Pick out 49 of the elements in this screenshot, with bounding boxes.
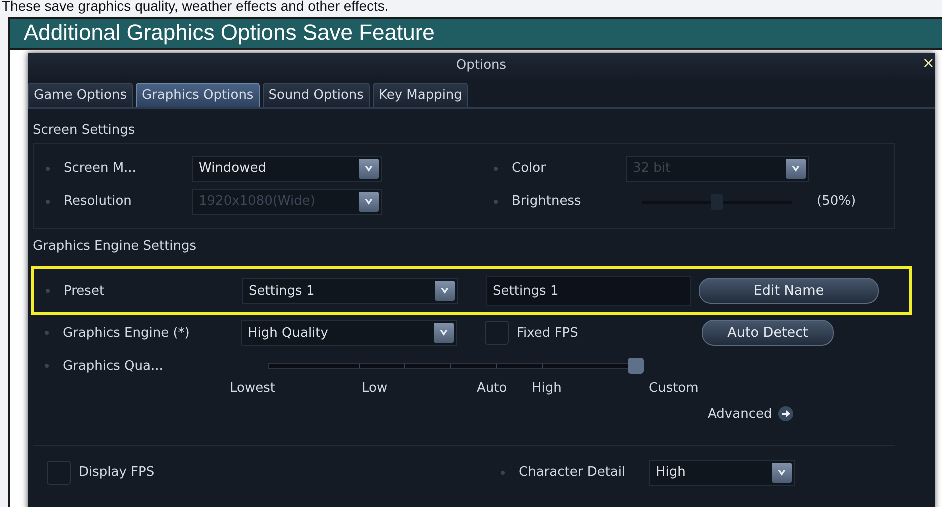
section-title: Graphics Engine Settings	[33, 238, 198, 256]
advanced-link[interactable]: Advanced	[708, 406, 772, 422]
bullet-icon	[494, 200, 498, 204]
dropdown[interactable]: High	[649, 460, 795, 486]
arrow-right-icon[interactable]	[778, 406, 794, 422]
bullet-icon	[46, 200, 50, 204]
dropdown[interactable]: High Quality	[241, 320, 457, 346]
slider-thumb[interactable]	[628, 358, 644, 374]
option-label: Resolution	[64, 194, 133, 209]
scale-label: Lowest	[230, 381, 276, 398]
edit-name-button[interactable]: Edit Name	[699, 278, 879, 304]
option-label: Preset	[64, 284, 106, 298]
slide-header: Additional Graphics Options Save Feature	[10, 19, 942, 50]
option-label: Display FPS	[79, 465, 156, 480]
scale-label: Low	[362, 381, 389, 398]
tab[interactable]: Graphics Options	[136, 83, 260, 107]
tab[interactable]: Sound Options	[262, 83, 370, 107]
tab[interactable]: Key Mapping	[372, 83, 468, 107]
option-label: Graphics Qua...	[63, 358, 164, 374]
bullet-icon	[46, 289, 50, 293]
scale-label: Custom	[649, 381, 699, 398]
name-field[interactable]: Settings 1	[486, 276, 691, 306]
quality-slider-track[interactable]	[268, 358, 644, 374]
dropdown[interactable]: Settings 1	[242, 278, 458, 304]
checkbox[interactable]	[485, 321, 509, 345]
section-title: Screen Settings	[33, 122, 136, 137]
dropdown[interactable]: Windowed	[192, 156, 382, 182]
option-label: Graphics Engine (*)	[63, 326, 191, 340]
window-title: Options	[456, 57, 507, 75]
scale-label: High	[532, 381, 563, 398]
option-label: Fixed FPS	[517, 326, 580, 340]
checkbox[interactable]	[47, 460, 71, 484]
bullet-icon	[501, 470, 505, 474]
bullet-icon	[45, 364, 49, 368]
auto-detect-button[interactable]: Auto Detect	[702, 320, 834, 346]
option-label: Color	[512, 161, 547, 176]
option-label: Character Detail	[519, 465, 627, 480]
option-label: Screen M...	[64, 161, 138, 176]
bullet-icon	[494, 166, 498, 170]
tab[interactable]: Game Options	[28, 83, 133, 107]
close-button[interactable]: ×	[922, 53, 935, 73]
slider-track[interactable]	[639, 194, 795, 210]
slider-reading: (50%)	[817, 194, 856, 209]
bullet-icon	[46, 166, 50, 170]
bullet-icon	[45, 331, 49, 335]
caption-text: These save graphics quality, weather effects and other effects.	[1, 0, 390, 16]
scale-label: Auto	[477, 381, 508, 398]
slider-thumb[interactable]	[711, 194, 723, 210]
option-label: Brightness	[512, 194, 582, 209]
